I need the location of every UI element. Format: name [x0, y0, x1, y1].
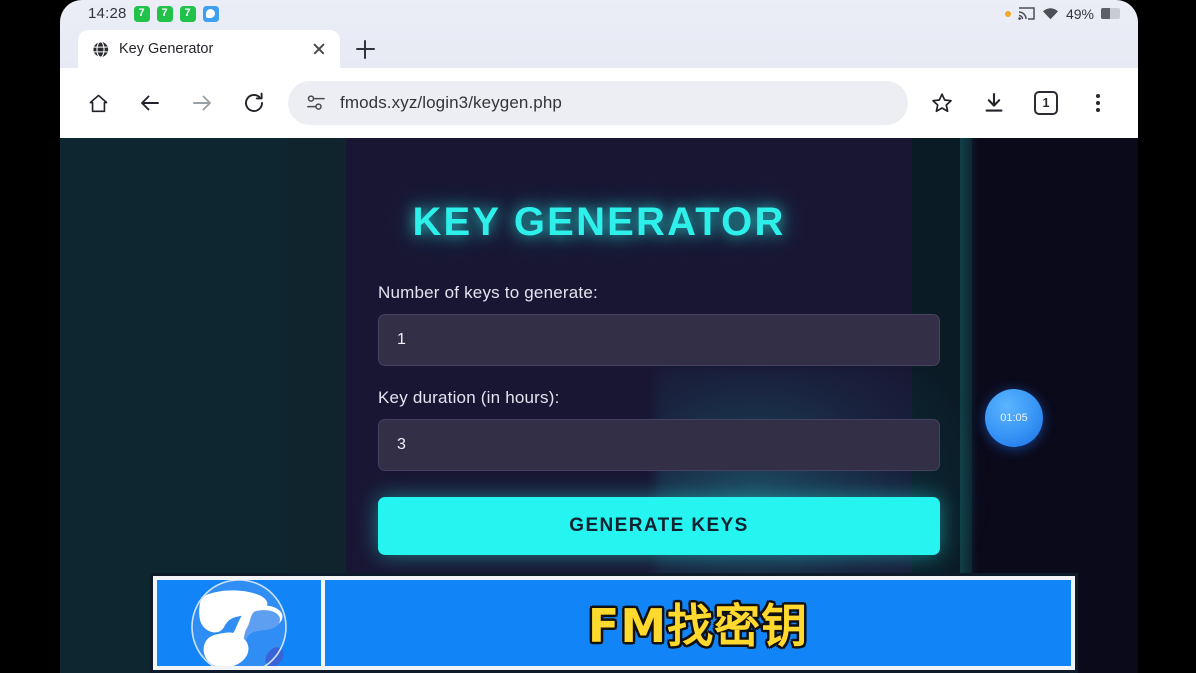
number-of-keys-label: Number of keys to generate:: [378, 283, 598, 302]
kebab-menu-icon[interactable]: [1072, 77, 1124, 129]
reload-icon[interactable]: [228, 77, 280, 129]
tab-counter-button[interactable]: 1: [1020, 77, 1072, 129]
forward-arrow-icon[interactable]: [176, 77, 228, 129]
floating-timer-bubble[interactable]: 01:05: [985, 389, 1043, 447]
page-info-icon: [307, 95, 325, 110]
status-bar-right: 49%: [1004, 5, 1120, 22]
browser-tab[interactable]: Key Generator: [78, 30, 340, 68]
key-duration-input[interactable]: [378, 419, 940, 471]
battery-percent: 49%: [1065, 5, 1094, 22]
globe-icon: [92, 40, 109, 58]
app-icon-green-1: 7: [133, 5, 150, 22]
banner-headline: FM找密钥: [587, 599, 809, 653]
battery-icon: [1101, 8, 1120, 19]
star-icon[interactable]: [916, 77, 968, 129]
globe-logo-icon: [191, 580, 287, 666]
banner-text-area: FM找密钥: [325, 580, 1071, 666]
back-arrow-icon[interactable]: [124, 77, 176, 129]
number-of-keys-input[interactable]: [378, 314, 940, 366]
wifi-icon: [1042, 7, 1058, 19]
key-generator-form: Number of keys to generate: Key duration…: [378, 283, 940, 555]
cast-icon: [1018, 7, 1035, 20]
promo-banner: FM找密钥: [150, 573, 1078, 673]
tab-strip: Key Generator: [60, 27, 1138, 68]
app-icon-blue-chat: [202, 5, 219, 22]
page-title: KEY GENERATOR: [412, 200, 786, 244]
status-clock: 14:28: [88, 5, 127, 22]
tab-title: Key Generator: [119, 41, 214, 57]
plus-icon[interactable]: [346, 30, 384, 68]
app-icon-green-2: 7: [156, 5, 173, 22]
status-bar-left: 14:28 7 7 7: [88, 5, 219, 22]
key-duration-label: Key duration (in hours):: [378, 388, 560, 407]
browser-toolbar: fmods.xyz/login3/keygen.php 1: [60, 68, 1138, 138]
close-icon[interactable]: [310, 40, 328, 58]
notification-dot-icon: [1004, 10, 1011, 17]
generate-keys-button[interactable]: GENERATE KEYS: [378, 497, 940, 555]
address-bar[interactable]: fmods.xyz/login3/keygen.php: [288, 81, 908, 125]
screenshot-root: 14:28 7 7 7 49% Key Generator fmods.xyz/…: [0, 0, 1196, 673]
tab-count-label: 1: [1034, 91, 1058, 115]
url-text: fmods.xyz/login3/keygen.php: [340, 93, 562, 112]
download-icon[interactable]: [968, 77, 1020, 129]
app-icon-green-3: 7: [179, 5, 196, 22]
status-bar: 14:28 7 7 7 49%: [60, 0, 1138, 27]
home-icon[interactable]: [72, 77, 124, 129]
banner-logo: [157, 580, 321, 666]
